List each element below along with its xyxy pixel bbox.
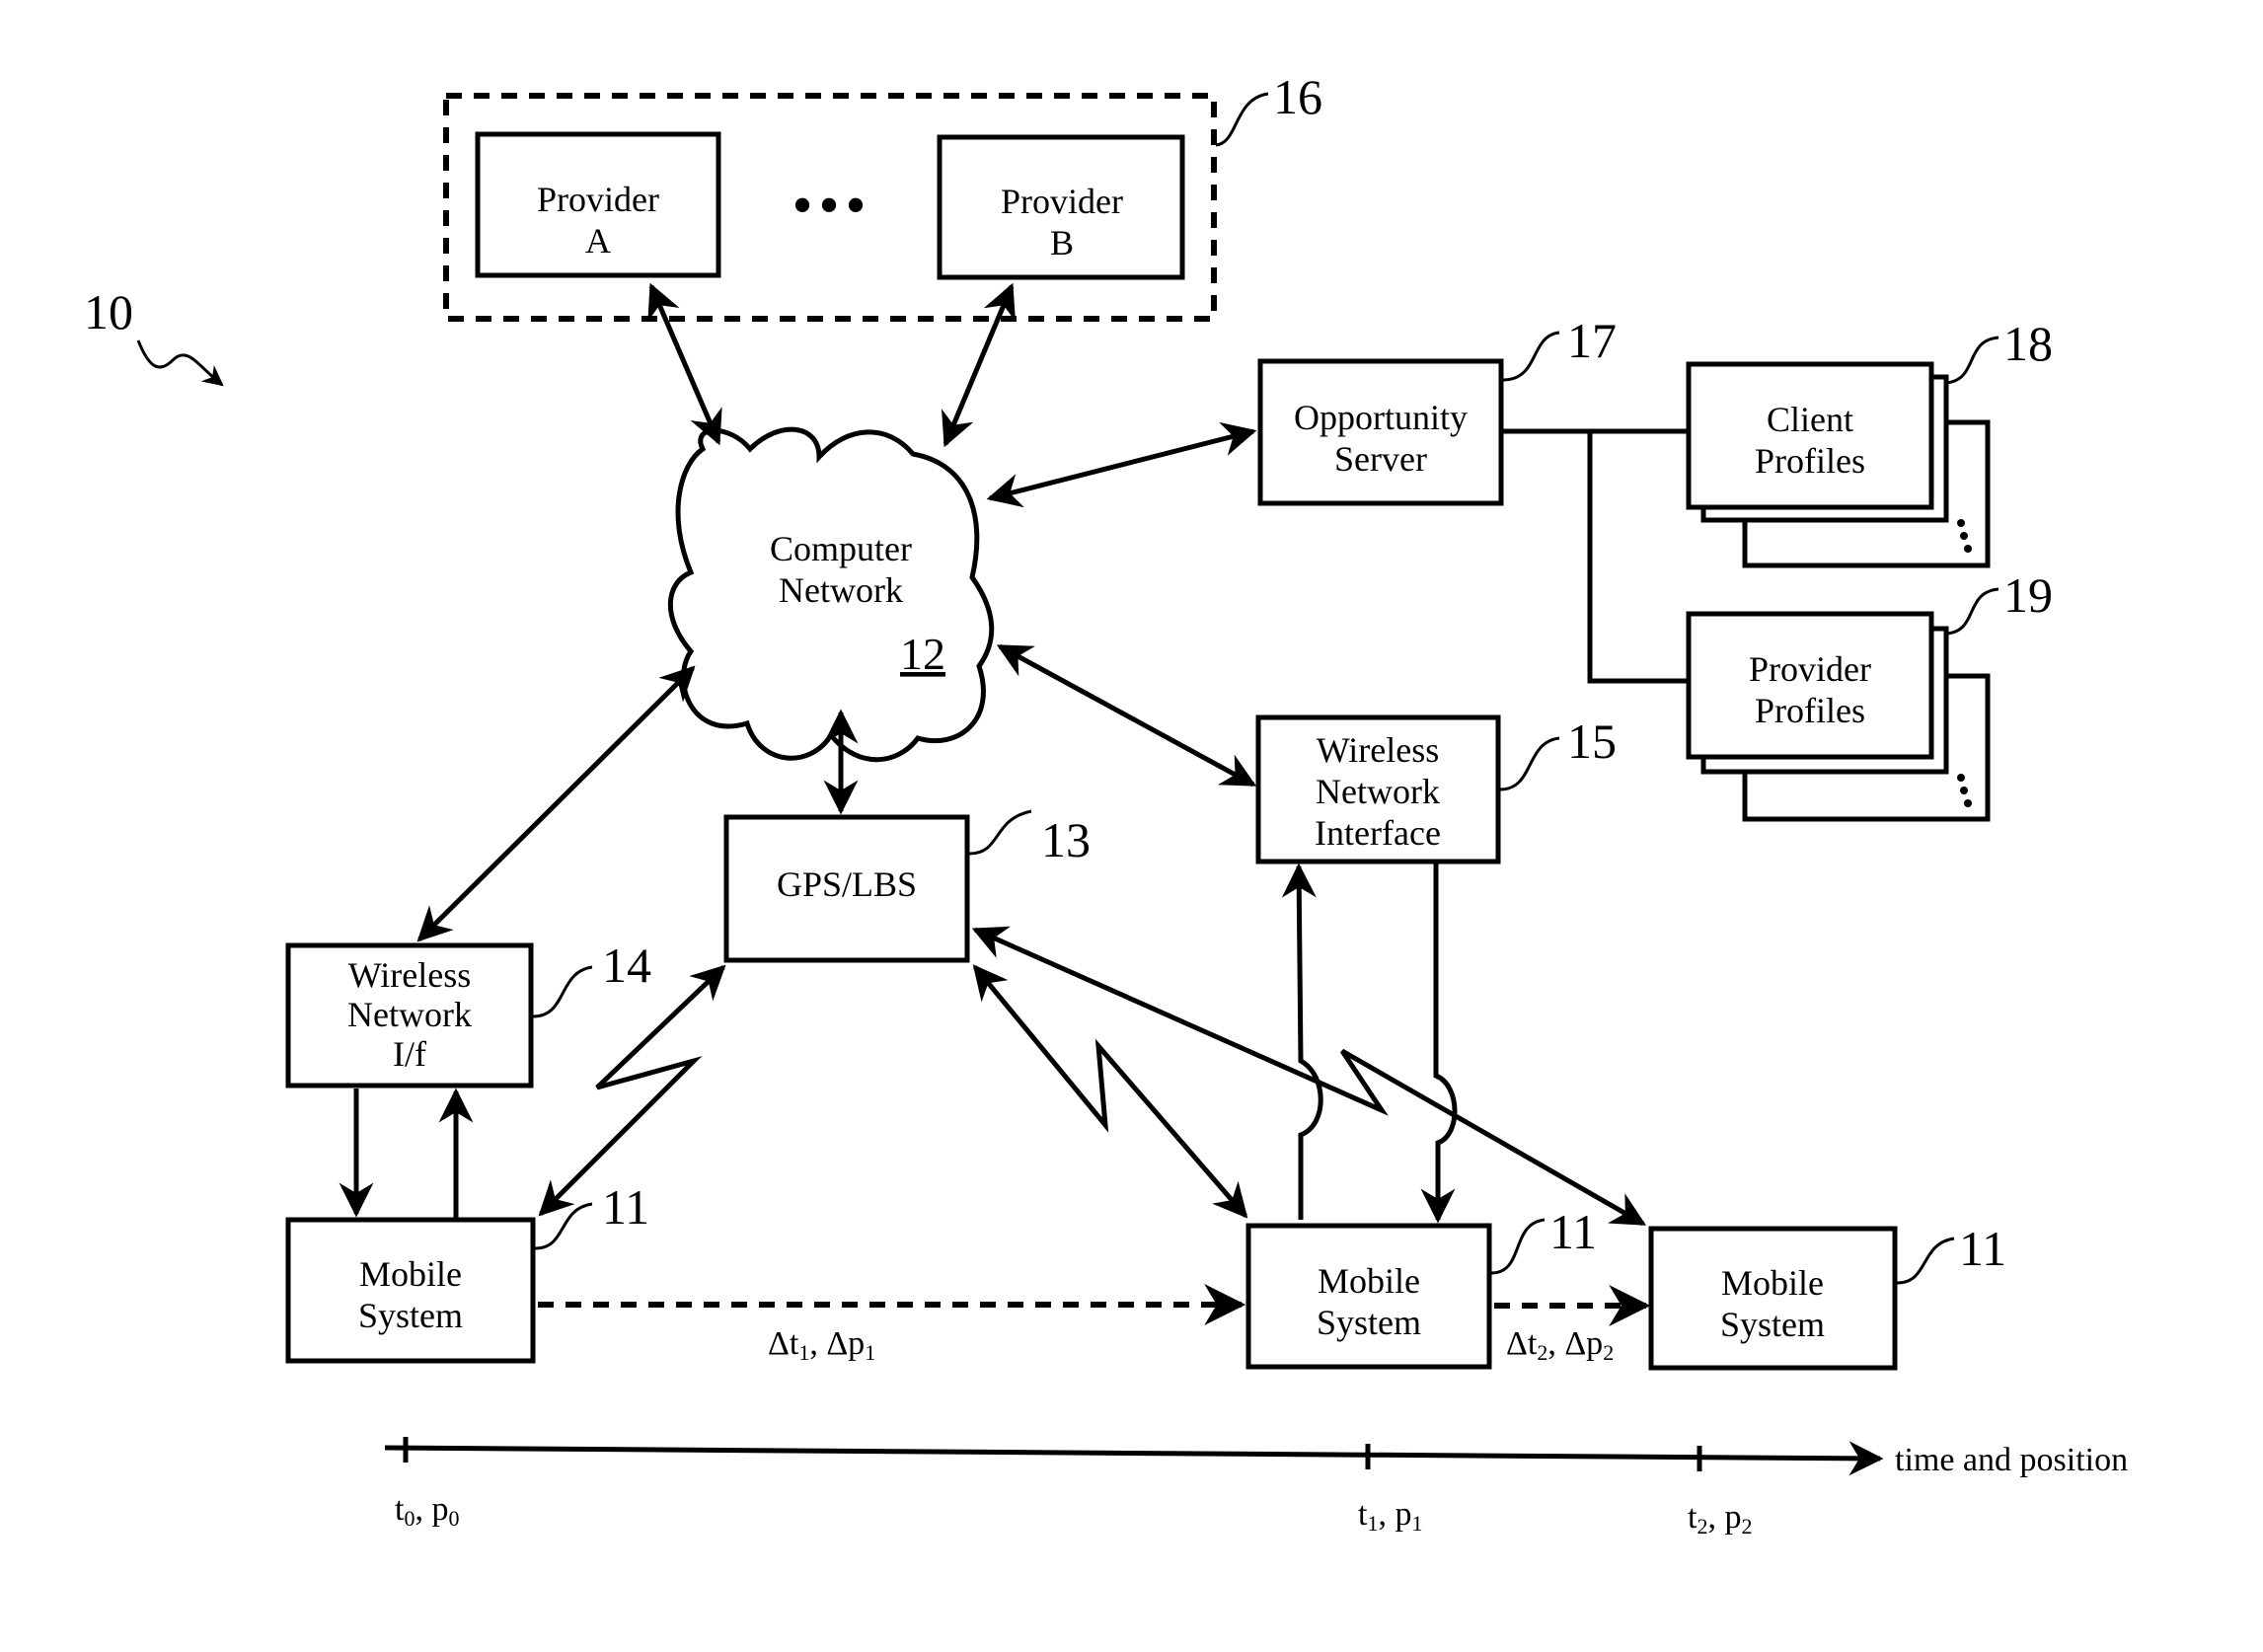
timeline-axis: time and position t0, p0 t1, p1 t2, p2 xyxy=(384,1437,2128,1539)
gps-mobile-t0-wireless-link xyxy=(538,964,726,1217)
svg-text:Mobile: Mobile xyxy=(1318,1261,1420,1301)
wireless-network-interface-box[interactable]: Wireless Network Interface xyxy=(1255,714,1501,864)
network-wireless-if-arrow xyxy=(416,665,696,942)
svg-text:Profiles: Profiles xyxy=(1755,441,1865,481)
gps-lbs-box[interactable]: GPS/LBS xyxy=(723,814,970,963)
ref-11a: 11 xyxy=(602,1179,649,1235)
svg-text:Mobile: Mobile xyxy=(359,1254,462,1294)
svg-text:A: A xyxy=(585,221,611,261)
network-wireless-interface-arrow xyxy=(996,643,1257,788)
svg-text:Mobile: Mobile xyxy=(1721,1263,1824,1303)
client-profiles-stack[interactable]: Client Profiles xyxy=(1686,361,1991,568)
ref-leader-16 xyxy=(1215,92,1269,147)
transition-label-1: Δt1, Δp1 xyxy=(768,1325,875,1365)
mobile-system-t0[interactable]: Mobile System xyxy=(285,1217,536,1364)
provider-profiles-stack[interactable]: Provider Profiles xyxy=(1686,611,1991,822)
ref-19: 19 xyxy=(2003,567,2053,623)
server-profiles-connector xyxy=(1501,428,1689,684)
timeline-tick-label-t2: t2, p2 xyxy=(1688,1499,1752,1539)
timeline-tick-label-t0: t0, p0 xyxy=(395,1491,459,1531)
svg-text:Interface: Interface xyxy=(1315,813,1441,853)
svg-text:Network: Network xyxy=(779,570,903,610)
mobile-system-t2[interactable]: Mobile System xyxy=(1648,1226,1898,1371)
timeline-arrow xyxy=(384,1441,1884,1476)
svg-text:I/f: I/f xyxy=(393,1034,426,1074)
svg-text:Profiles: Profiles xyxy=(1755,691,1865,730)
svg-text:Client: Client xyxy=(1767,400,1853,439)
ref-leader-14 xyxy=(532,965,593,1018)
timeline-label: time and position xyxy=(1895,1442,2128,1478)
ref-12: 12 xyxy=(900,629,945,679)
gps-mobile-t1-wireless-link xyxy=(972,964,1248,1219)
ref-leader-18 xyxy=(1945,336,1999,385)
svg-text:Network: Network xyxy=(347,995,472,1034)
wireless-interface-to-mobile-t1-arrow xyxy=(1420,862,1458,1224)
ref-leader-11c xyxy=(1896,1237,1955,1285)
network-opportunity-server-arrow xyxy=(986,421,1257,508)
system-diagram: 10 16 Provider A ••• Provider B Computer… xyxy=(84,69,2128,1539)
ref-leader-19 xyxy=(1945,587,1999,636)
svg-text:System: System xyxy=(1317,1303,1421,1342)
ref-11c: 11 xyxy=(1959,1221,2006,1276)
mobile-t1-to-wireless-interface-arrow xyxy=(1281,863,1323,1220)
provider-a-box[interactable]: Provider A xyxy=(475,131,721,278)
more-providers-ellipsis: ••• xyxy=(792,173,871,238)
gps-mobile-t2-wireless-link xyxy=(971,926,1647,1227)
provider-b-network-arrow xyxy=(942,282,1016,448)
timeline-tick-label-t1: t1, p1 xyxy=(1358,1496,1422,1536)
opportunity-server-box[interactable]: Opportunity Server xyxy=(1257,358,1504,506)
ref-leader-13 xyxy=(968,809,1032,856)
ref-15: 15 xyxy=(1567,713,1617,769)
ref-16: 16 xyxy=(1273,69,1322,124)
provider-b-box[interactable]: Provider B xyxy=(937,134,1185,280)
computer-network-cloud[interactable]: Computer Network 12 xyxy=(667,426,995,763)
svg-text:Provider: Provider xyxy=(1001,182,1123,221)
svg-text:Computer: Computer xyxy=(770,529,912,568)
svg-text:System: System xyxy=(358,1296,463,1335)
ref-leader-17 xyxy=(1502,331,1560,382)
providers-group: 16 Provider A ••• Provider B xyxy=(443,69,1322,322)
figure-pointer-arrow xyxy=(136,339,224,387)
svg-text:Server: Server xyxy=(1334,439,1427,479)
figure-ref-10: 10 xyxy=(84,284,224,387)
ref-18: 18 xyxy=(2003,316,2053,371)
ref-13: 13 xyxy=(1041,812,1091,867)
ref-11b: 11 xyxy=(1549,1204,1597,1259)
svg-text:Provider: Provider xyxy=(1749,649,1871,689)
ref-17: 17 xyxy=(1567,313,1617,368)
svg-text:Provider: Provider xyxy=(537,180,659,219)
ref-leader-15 xyxy=(1499,736,1560,791)
svg-text:Wireless: Wireless xyxy=(348,955,472,995)
svg-text:GPS/LBS: GPS/LBS xyxy=(777,864,917,904)
ref-14: 14 xyxy=(602,938,651,993)
svg-text:Opportunity: Opportunity xyxy=(1294,398,1468,437)
svg-text:Network: Network xyxy=(1316,772,1440,811)
provider-a-network-arrow xyxy=(647,282,722,446)
svg-text:B: B xyxy=(1050,223,1074,263)
svg-text:10: 10 xyxy=(84,284,133,339)
svg-text:System: System xyxy=(1720,1305,1825,1344)
wireless-network-if-box[interactable]: Wireless Network I/f xyxy=(285,942,534,1089)
transition-label-2: Δt2, Δp2 xyxy=(1506,1325,1614,1365)
svg-text:Wireless: Wireless xyxy=(1317,730,1440,770)
ref-leader-11b xyxy=(1490,1218,1546,1275)
mobile-system-t1[interactable]: Mobile System xyxy=(1245,1223,1492,1370)
